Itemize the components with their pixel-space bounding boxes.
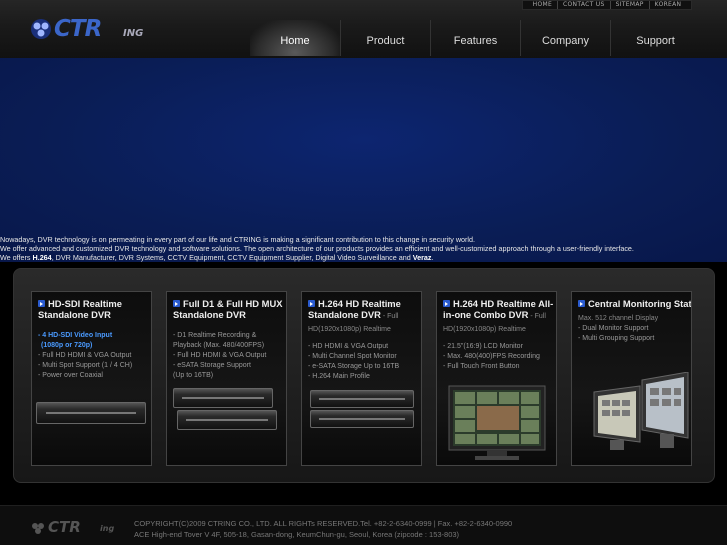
dvr-unit-image <box>310 410 414 428</box>
products-panel: HD-SDI Realtime Standalone DVR - 4 HD-SD… <box>13 268 715 483</box>
product-card-cms[interactable]: Central Monitoring Station - Max. 512 ch… <box>571 291 692 466</box>
footer-logo: CTR ing <box>30 518 120 538</box>
site-footer: CTR ing COPYRIGHT(C)2009 CTRING CO., LTD… <box>0 505 727 545</box>
nav-product[interactable]: Product <box>340 20 430 56</box>
product-title: Full D1 & Full HD MUX Standalone DVR <box>173 298 283 320</box>
dvr-unit-image <box>173 388 273 408</box>
product-features: - Dual Monitor Support - Multi Grouping … <box>578 325 655 342</box>
ctring-logo[interactable]: CTR ING <box>30 16 150 46</box>
footer-text: COPYRIGHT(C)2009 CTRING CO., LTD. ALL RI… <box>134 518 512 540</box>
product-card-combo-dvr[interactable]: H.264 HD Realtime All-in-one Combo DVR -… <box>436 291 557 466</box>
nav-support[interactable]: Support <box>610 20 700 56</box>
product-features: - D1 Realtime Recording & Playback (Max.… <box>173 332 267 379</box>
logo-word: CTR <box>54 16 102 42</box>
nav-home[interactable]: Home <box>250 20 340 56</box>
footer-logo-suffix: ing <box>100 524 115 533</box>
product-title: HD-SDI Realtime Standalone DVR <box>38 298 122 320</box>
util-contact-link[interactable]: CONTACT US <box>558 1 611 9</box>
arrow-icon <box>38 300 45 307</box>
product-features: - 4 HD-SDI Video Input (1080p or 720p) -… <box>38 332 133 379</box>
nav-company[interactable]: Company <box>520 20 610 56</box>
product-card-d1-mux[interactable]: Full D1 & Full HD MUX Standalone DVR - D… <box>166 291 287 466</box>
util-home-link[interactable]: HOME <box>528 1 559 9</box>
dvr-unit-image <box>36 402 146 424</box>
nav-features[interactable]: Features <box>430 20 520 56</box>
hero-banner <box>0 58 727 262</box>
product-card-h264-standalone[interactable]: H.264 HD Realtime Standalone DVR - Full … <box>301 291 422 466</box>
product-card-hdsdi[interactable]: HD-SDI Realtime Standalone DVR - 4 HD-SD… <box>31 291 152 466</box>
intro-line-1: Nowadays, DVR technology is on permeatin… <box>0 235 475 244</box>
product-features: - 21.5"(16:9) LCD Monitor - Max. 480(400… <box>443 343 540 370</box>
arrow-icon <box>578 300 585 307</box>
logo-suffix: ING <box>123 28 144 39</box>
logo-mark-icon <box>31 19 51 39</box>
footer-logo-icon <box>32 523 44 534</box>
intro-line-3: We offers H.264, DVR Manufacturer, DVR S… <box>0 253 434 262</box>
intro-text: Nowadays, DVR technology is on permeatin… <box>0 235 727 262</box>
main-nav: Home Product Features Company Support <box>250 20 700 56</box>
product-title: H.264 HD Realtime Standalone DVR - Full … <box>308 298 401 333</box>
arrow-icon <box>443 300 450 307</box>
copyright-line: COPYRIGHT(C)2009 CTRING CO., LTD. ALL RI… <box>134 519 513 528</box>
arrow-icon <box>308 300 315 307</box>
util-korean-link[interactable]: KOREAN <box>650 1 687 9</box>
intro-line-2: We offer advanced and customized DVR tec… <box>0 244 634 253</box>
dual-monitor-image <box>593 372 689 450</box>
utility-bar: HOME CONTACT US SITEMAP KOREAN <box>522 0 692 10</box>
lcd-monitor-image <box>448 385 546 460</box>
dvr-unit-image <box>177 410 277 430</box>
product-features: - HD HDMI & VGA Output - Multi Channel S… <box>308 343 400 380</box>
address-line: ACE High-end Tover V 4F, 505-18, Gasan-d… <box>134 530 460 539</box>
dvr-unit-image <box>310 390 414 408</box>
util-sitemap-link[interactable]: SITEMAP <box>611 1 650 9</box>
arrow-icon <box>173 300 180 307</box>
footer-logo-word: CTR <box>48 518 81 536</box>
product-title: H.264 HD Realtime All-in-one Combo DVR -… <box>443 298 554 333</box>
product-title: Central Monitoring Station - Max. 512 ch… <box>578 298 692 322</box>
